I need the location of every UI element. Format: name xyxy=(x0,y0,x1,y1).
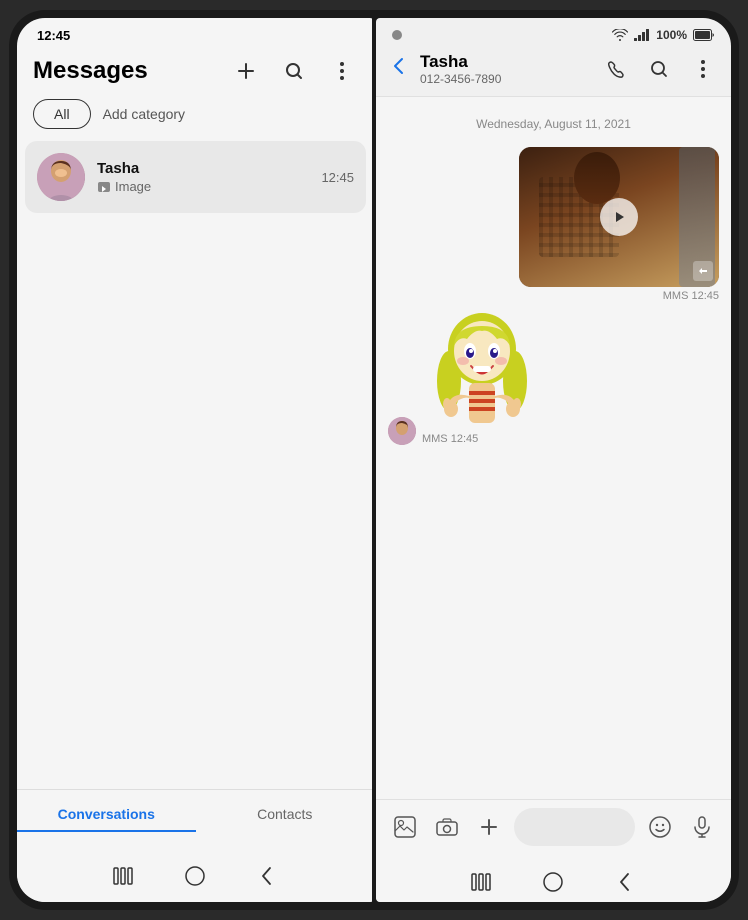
more-chat-button[interactable] xyxy=(687,53,719,85)
video-thumbnail[interactable] xyxy=(519,147,719,287)
sender-avatar xyxy=(388,417,416,445)
system-nav-right xyxy=(376,858,731,902)
conv-preview: Image xyxy=(97,179,309,194)
play-button[interactable] xyxy=(600,198,638,236)
recents-button[interactable] xyxy=(107,860,139,892)
left-panel: 12:45 Messages xyxy=(17,18,374,902)
chat-input-area xyxy=(376,799,731,858)
battery-text: 100% xyxy=(656,28,687,42)
call-button[interactable] xyxy=(599,53,631,85)
conv-time: 12:45 xyxy=(321,170,354,185)
conversation-item-tasha[interactable]: Tasha Image 12:45 xyxy=(25,141,366,213)
home-button[interactable] xyxy=(179,860,211,892)
system-nav-left xyxy=(17,852,374,902)
sticker-image xyxy=(422,310,542,430)
back-to-list-button[interactable] xyxy=(388,57,408,81)
conv-preview-text: Image xyxy=(115,179,151,194)
avatar-image xyxy=(37,153,85,201)
conv-name: Tasha xyxy=(97,160,309,177)
gallery-button[interactable] xyxy=(388,810,422,844)
conv-content: Tasha Image xyxy=(97,160,309,194)
share-overlay xyxy=(693,261,713,281)
chat-contact-name: Tasha xyxy=(420,52,591,72)
chat-contact-info: Tasha 012-3456-7890 xyxy=(420,52,591,86)
hinge xyxy=(372,18,376,902)
status-bar-right: 100% xyxy=(376,18,731,46)
tab-add-category[interactable]: Add category xyxy=(103,106,186,122)
camera-button[interactable] xyxy=(430,810,464,844)
bottom-nav: Conversations Contacts xyxy=(17,789,374,852)
recents-button-right[interactable] xyxy=(465,866,497,898)
front-camera xyxy=(392,30,402,40)
messages-title: Messages xyxy=(33,57,148,85)
message-input[interactable] xyxy=(514,808,635,846)
tab-all[interactable]: All xyxy=(33,99,91,129)
video-bubble: MMS 12:45 xyxy=(519,147,719,302)
tab-bar: All Add category xyxy=(17,99,374,141)
conversation-list: Tasha Image 12:45 xyxy=(17,141,374,789)
back-button[interactable] xyxy=(251,860,283,892)
attach-button[interactable] xyxy=(472,810,506,844)
date-divider: Wednesday, August 11, 2021 xyxy=(388,117,719,131)
received-sticker-message: MMS 12:45 xyxy=(388,310,719,445)
video-meta: MMS 12:45 xyxy=(663,290,719,302)
search-button[interactable] xyxy=(278,55,310,87)
chat-contact-number: 012-3456-7890 xyxy=(420,72,591,86)
right-panel: 100% Tasha 012-3456-7890 xyxy=(376,18,731,902)
sent-video-message: MMS 12:45 xyxy=(388,147,719,302)
emoji-button[interactable] xyxy=(643,810,677,844)
home-button-right[interactable] xyxy=(537,866,569,898)
device-frame: 12:45 Messages xyxy=(9,10,739,910)
battery-icon xyxy=(693,29,715,41)
chat-messages: Wednesday, August 11, 2021 xyxy=(376,97,731,799)
search-chat-button[interactable] xyxy=(643,53,675,85)
nav-tab-contacts[interactable]: Contacts xyxy=(196,798,374,832)
nav-tab-conversations[interactable]: Conversations xyxy=(17,798,196,832)
voice-button[interactable] xyxy=(685,810,719,844)
wifi-icon xyxy=(612,29,628,41)
status-icons: 100% xyxy=(612,28,715,42)
back-button-right[interactable] xyxy=(609,866,641,898)
compose-button[interactable] xyxy=(230,55,262,87)
signal-icon xyxy=(634,29,650,41)
clock: 12:45 xyxy=(37,28,70,43)
header-icons xyxy=(230,55,358,87)
chat-header-icons xyxy=(599,53,719,85)
chat-header: Tasha 012-3456-7890 xyxy=(376,46,731,97)
avatar-tasha xyxy=(37,153,85,201)
sticker-meta: MMS 12:45 xyxy=(422,433,478,445)
sticker-bubble: MMS 12:45 xyxy=(422,310,542,445)
messages-header: Messages xyxy=(17,47,374,99)
status-bar-left: 12:45 xyxy=(17,18,374,47)
sticker-character-svg xyxy=(427,311,537,426)
more-button[interactable] xyxy=(326,55,358,87)
